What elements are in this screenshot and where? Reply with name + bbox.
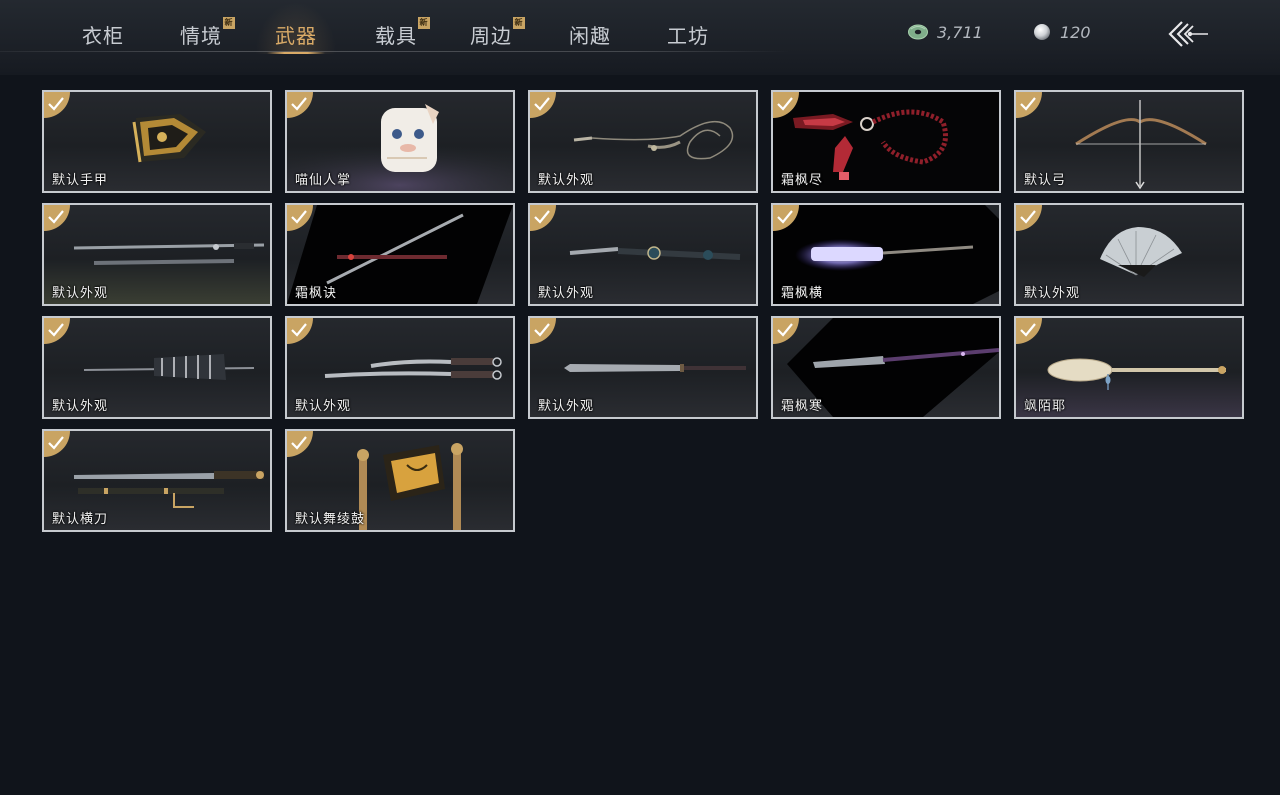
checkmark-icon (44, 205, 70, 231)
checkmark-icon (530, 318, 556, 344)
checkmark-icon (287, 205, 313, 231)
item-label: 霜枫诀 (295, 286, 338, 301)
tab-label: 衣柜 (82, 24, 124, 48)
weapon-card[interactable]: 默认手甲 (42, 90, 272, 193)
item-label: 默认外观 (52, 286, 109, 301)
tab-vehicles[interactable]: 载具 新 (375, 17, 430, 52)
item-label: 默认外观 (52, 399, 109, 414)
new-badge: 新 (513, 17, 525, 29)
category-tabs: 衣柜 情境 新 武器 载具 新 周边 新 闲趣 工坊 (0, 0, 790, 54)
item-label: 默认手甲 (52, 173, 109, 188)
weapon-card[interactable]: 默认横刀 (42, 429, 272, 532)
item-label: 默认外观 (538, 173, 595, 188)
tab-active-underline (267, 52, 325, 54)
new-badge: 新 (223, 17, 235, 29)
tab-accessories[interactable]: 周边 新 (470, 17, 525, 52)
weapon-card[interactable]: 喵仙人掌 (285, 90, 515, 193)
weapon-card[interactable]: 飒陌耶 (1014, 316, 1244, 419)
jade-amount: 3,711 (937, 22, 983, 42)
checkmark-icon (530, 92, 556, 118)
checkmark-icon (773, 92, 799, 118)
tab-weapons[interactable]: 武器 (255, 2, 337, 54)
tab-label: 载具 (375, 24, 417, 48)
checkmark-icon (1016, 318, 1042, 344)
weapon-card[interactable]: 霜枫尽 (771, 90, 1001, 193)
weapon-card[interactable]: 默认外观 (1014, 203, 1244, 306)
tab-label: 周边 (470, 24, 512, 48)
item-label: 默认外观 (538, 286, 595, 301)
item-label: 霜枫横 (781, 286, 824, 301)
checkmark-icon (44, 92, 70, 118)
item-label: 默认外观 (1024, 286, 1081, 301)
pearl-amount: 120 (1060, 22, 1091, 42)
checkmark-icon (44, 431, 70, 457)
pearl-icon (1034, 24, 1050, 40)
weapon-card[interactable]: 默认外观 (42, 316, 272, 419)
checkmark-icon (1016, 92, 1042, 118)
item-label: 默认外观 (538, 399, 595, 414)
item-label: 默认横刀 (52, 512, 109, 527)
jade-currency: 3,711 (907, 21, 983, 43)
tab-label: 闲趣 (569, 24, 611, 48)
weapon-card[interactable]: 默认外观 (285, 316, 515, 419)
checkmark-icon (530, 205, 556, 231)
item-label: 飒陌耶 (1024, 399, 1067, 414)
checkmark-icon (44, 318, 70, 344)
back-button[interactable] (1166, 18, 1210, 50)
tab-leisure[interactable]: 闲趣 (569, 20, 611, 52)
weapon-card[interactable]: 默认舞绫鼓 (285, 429, 515, 532)
checkmark-icon (287, 92, 313, 118)
weapon-card[interactable]: 默认弓 (1014, 90, 1244, 193)
weapon-card[interactable]: 默认外观 (528, 90, 758, 193)
jade-coin-icon (908, 24, 928, 40)
pearl-currency: 120 (1032, 21, 1091, 43)
tab-label: 武器 (275, 24, 317, 48)
weapon-card[interactable]: 默认外观 (528, 203, 758, 306)
top-bar: 衣柜 情境 新 武器 载具 新 周边 新 闲趣 工坊 3,711 120 (0, 0, 1280, 75)
weapon-card[interactable]: 霜枫诀 (285, 203, 515, 306)
tab-workshop[interactable]: 工坊 (667, 20, 709, 52)
checkmark-icon (287, 318, 313, 344)
checkmark-icon (1016, 205, 1042, 231)
item-label: 默认弓 (1024, 173, 1067, 188)
item-label: 霜枫寒 (781, 399, 824, 414)
item-label: 喵仙人掌 (295, 173, 352, 188)
weapon-card[interactable]: 默认外观 (528, 316, 758, 419)
tab-wardrobe[interactable]: 衣柜 (82, 20, 124, 52)
weapon-card[interactable]: 默认外观 (42, 203, 272, 306)
back-arrow-icon (1168, 21, 1208, 47)
weapon-card[interactable]: 霜枫横 (771, 203, 1001, 306)
checkmark-icon (773, 205, 799, 231)
item-label: 霜枫尽 (781, 173, 824, 188)
tab-label: 工坊 (667, 24, 709, 48)
weapon-card[interactable]: 霜枫寒 (771, 316, 1001, 419)
item-label: 默认外观 (295, 399, 352, 414)
item-label: 默认舞绫鼓 (295, 512, 366, 527)
tab-label: 情境 (180, 24, 222, 48)
new-badge: 新 (418, 17, 430, 29)
tab-scenario[interactable]: 情境 新 (180, 17, 235, 52)
checkmark-icon (773, 318, 799, 344)
checkmark-icon (287, 431, 313, 457)
